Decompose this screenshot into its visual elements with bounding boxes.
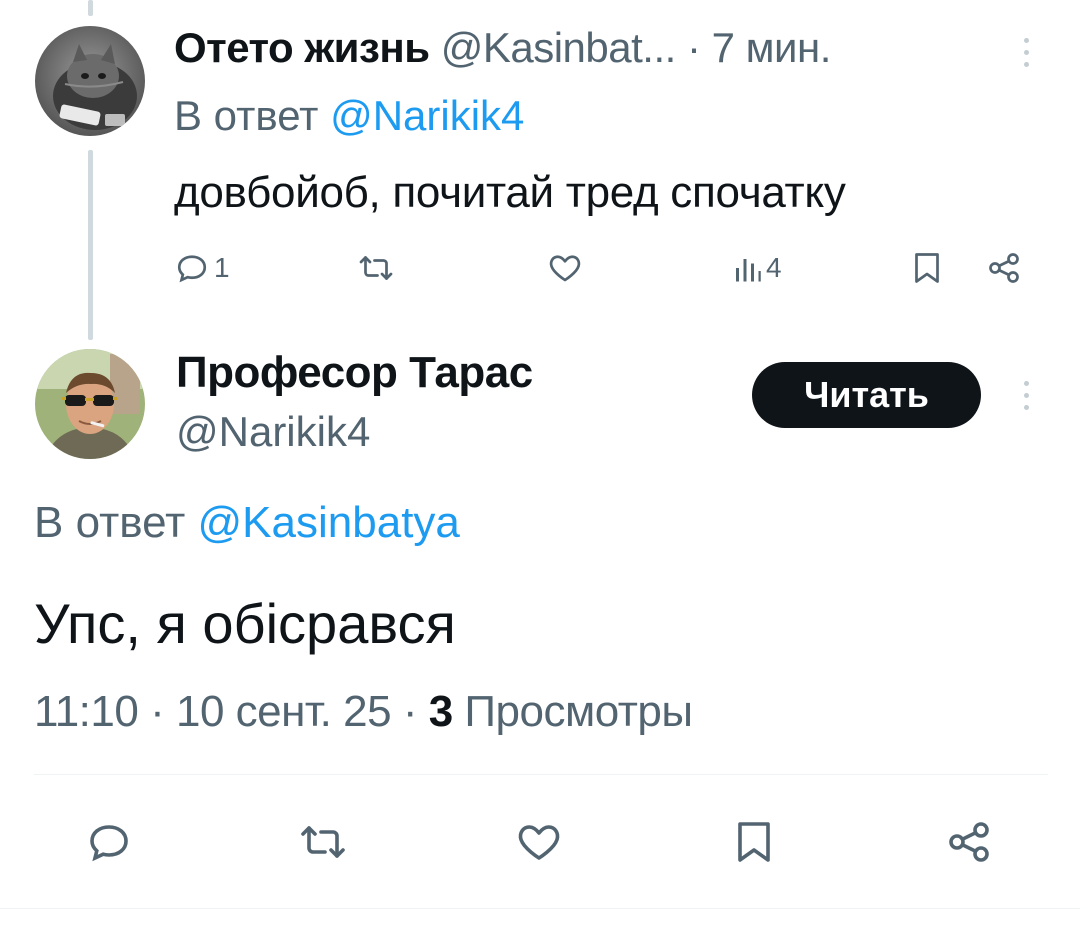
main-bookmark-action[interactable] <box>734 818 774 866</box>
main-like-action[interactable] <box>512 818 566 866</box>
share-icon <box>949 822 989 862</box>
reply-tweet-header: Отето жизнь @Kasinbat... · 7 мин. <box>174 22 831 74</box>
avatar-cat[interactable] <box>35 26 145 136</box>
avatar-man[interactable] <box>35 349 145 459</box>
main-retweet-action[interactable] <box>296 818 350 866</box>
bookmark-icon <box>738 822 770 862</box>
separator-dot: · <box>150 687 165 736</box>
reply-timestamp[interactable]: 7 мин. <box>712 24 832 71</box>
main-reply-context: В ответ @Kasinbatya <box>34 495 460 551</box>
main-reply-prefix: В ответ <box>34 498 186 547</box>
like-action[interactable] <box>546 250 584 286</box>
thread-line <box>88 150 93 340</box>
main-share-action[interactable] <box>944 818 994 866</box>
reply-tweet-text: довбойоб, почитай тред спочатку <box>174 168 846 217</box>
reply-action[interactable]: 1 <box>174 250 230 286</box>
more-options-icon[interactable] <box>1022 381 1030 410</box>
comment-icon <box>177 255 207 283</box>
reply-mention-link[interactable]: @Narikik4 <box>330 92 524 139</box>
more-options-icon[interactable] <box>1022 38 1030 67</box>
retweet-icon <box>359 256 393 280</box>
tweet-time[interactable]: 11:10 <box>34 687 139 736</box>
bookmark-action[interactable] <box>912 250 942 286</box>
divider-bottom <box>0 908 1080 909</box>
follow-button[interactable]: Читать <box>752 362 981 428</box>
retweet-action[interactable] <box>356 250 396 286</box>
separator-dot: · <box>686 24 701 71</box>
main-reply-action[interactable] <box>84 818 134 866</box>
reply-author-handle[interactable]: @Kasinbat... <box>441 24 677 71</box>
reply-prefix: В ответ <box>174 92 319 139</box>
reply-count: 1 <box>214 252 230 283</box>
main-author-handle[interactable]: @Narikik4 <box>176 406 370 458</box>
divider <box>34 774 1048 775</box>
views-count[interactable]: 3 <box>429 687 453 736</box>
views-action[interactable]: 4 <box>734 250 782 286</box>
share-icon <box>989 253 1019 283</box>
share-action[interactable] <box>986 250 1022 286</box>
bookmark-icon <box>915 253 939 283</box>
heart-icon <box>549 255 581 282</box>
reply-author-name[interactable]: Отето жизнь <box>174 24 430 71</box>
separator-dot: · <box>402 687 418 736</box>
heart-icon <box>518 825 560 860</box>
views-label[interactable]: Просмотры <box>464 687 693 736</box>
reply-context: В ответ @Narikik4 <box>174 90 524 142</box>
main-reply-mention-link[interactable]: @Kasinbatya <box>198 498 460 547</box>
retweet-icon <box>301 826 345 858</box>
main-author-name[interactable]: Професор Тарас <box>176 346 533 400</box>
tweet-meta: 11:10 · 10 сент. 25 · 3 Просмотры <box>34 684 693 740</box>
thread-line-top <box>88 0 93 16</box>
tweet-date[interactable]: 10 сент. 25 <box>176 687 392 736</box>
comment-icon <box>90 825 128 862</box>
tweet-thread-screen: Отето жизнь @Kasinbat... · 7 мин. В отве… <box>0 0 1080 932</box>
reply-views-count: 4 <box>766 252 782 283</box>
analytics-icon <box>736 259 761 282</box>
main-tweet-text: Упс, я обісрався <box>34 592 456 655</box>
